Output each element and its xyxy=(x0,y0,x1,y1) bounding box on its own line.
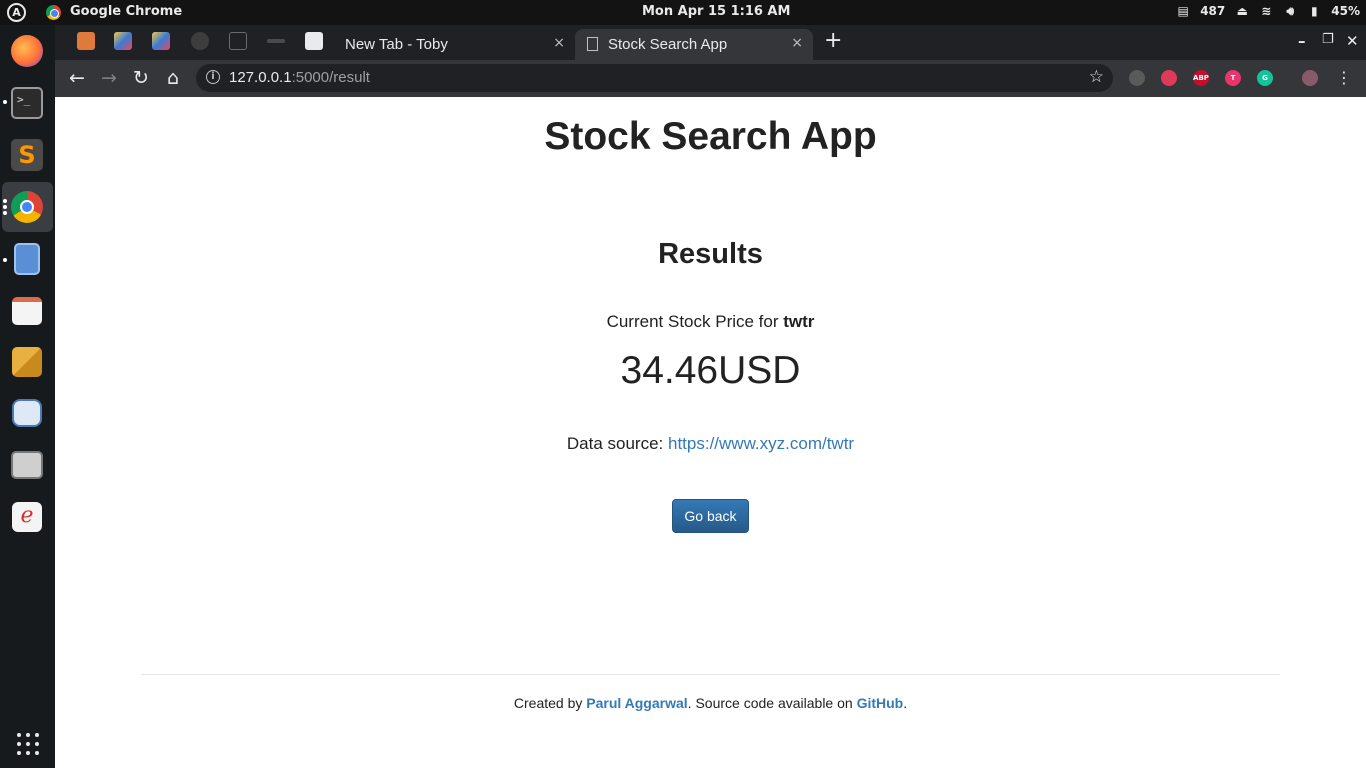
eject-icon[interactable]: ⏏ xyxy=(1235,4,1249,18)
application-dock: >_ S ℯ xyxy=(0,25,55,768)
text-editor-icon[interactable] xyxy=(12,297,42,325)
browser-menu-icon[interactable]: ⋮ xyxy=(1336,68,1352,87)
footer-divider xyxy=(141,674,1280,675)
app-title: Stock Search App xyxy=(544,115,877,158)
privacy-badger-icon[interactable] xyxy=(1129,70,1145,86)
results-heading: Results xyxy=(658,238,763,270)
data-source-label: Data source: xyxy=(566,434,668,453)
sublime-text-icon[interactable]: S xyxy=(11,139,43,171)
home-icon[interactable]: ⌂ xyxy=(162,67,184,89)
wifi-icon[interactable]: ≋ xyxy=(1259,4,1273,18)
minimize-window-icon[interactable]: – xyxy=(1298,32,1306,50)
grammarly-icon[interactable]: G xyxy=(1257,70,1273,86)
url-path: :5000/result xyxy=(291,69,370,86)
price-label: Current Stock Price for twtr xyxy=(55,312,1366,332)
tab-close-icon[interactable]: × xyxy=(553,35,565,51)
battery-icon[interactable]: ▮ xyxy=(1307,4,1321,18)
tray-counter: 487 xyxy=(1200,4,1226,18)
pinned-tab-app-icon[interactable] xyxy=(114,32,132,50)
footer: Created by Parul Aggarwal. Source code a… xyxy=(55,695,1366,711)
archive-manager-icon[interactable] xyxy=(12,347,42,377)
tab-new-tab-toby[interactable]: New Tab - Toby × xyxy=(331,29,575,60)
running-indicator xyxy=(3,100,7,104)
system-tray[interactable]: ▤ 487 ⏏ ≋ 🔊︎ ▮ 45% xyxy=(1176,4,1360,18)
tab-title: Stock Search App xyxy=(608,36,728,53)
close-window-icon[interactable]: ✕ xyxy=(1346,32,1359,50)
footer-middle-text: . Source code available on xyxy=(687,695,857,711)
running-indicator xyxy=(3,199,7,203)
browser-toolbar: ← → ↻ ⌂ i 127.0.0.1:5000/result ☆ ABP T G … xyxy=(55,60,1366,97)
pinned-tab-gitlab-icon[interactable] xyxy=(77,32,95,50)
ebook-reader-icon[interactable]: ℯ xyxy=(12,502,42,532)
tab-title: New Tab - Toby xyxy=(345,36,448,53)
chrome-icon[interactable] xyxy=(11,191,43,223)
data-source-link[interactable]: https://www.xyz.com/twtr xyxy=(668,434,854,453)
pinned-tab-loading-icon[interactable] xyxy=(267,39,285,43)
battery-percent: 45% xyxy=(1331,4,1360,18)
clipboard-icon[interactable]: ▤ xyxy=(1176,4,1190,18)
chat-messenger-icon[interactable] xyxy=(12,399,42,427)
new-tab-button[interactable]: + xyxy=(824,30,842,52)
pinned-tab-app-icon[interactable] xyxy=(152,32,170,50)
chrome-app-icon xyxy=(46,5,61,20)
running-indicator xyxy=(3,205,7,209)
footer-end: . xyxy=(903,695,908,711)
maximize-window-icon[interactable]: ❐ xyxy=(1322,32,1334,47)
bookmark-star-icon[interactable]: ☆ xyxy=(1089,67,1104,87)
browser-tab-strip: New Tab - Toby × Stock Search App × + – … xyxy=(55,25,1366,60)
system-top-panel: A Google Chrome Mon Apr 15 1:16 AM ▤ 487… xyxy=(0,0,1366,25)
forward-arrow-icon[interactable]: → xyxy=(98,67,120,89)
firefox-icon[interactable] xyxy=(11,35,43,67)
profile-avatar[interactable] xyxy=(1302,70,1318,86)
show-applications-icon[interactable] xyxy=(17,733,39,755)
price-label-text: Current Stock Price for xyxy=(606,312,784,331)
author-link[interactable]: Parul Aggarwal xyxy=(586,695,687,711)
running-indicator xyxy=(3,211,7,215)
running-indicator xyxy=(3,258,7,262)
pinned-tab-lightbulb-icon[interactable] xyxy=(305,32,323,50)
address-bar[interactable]: i 127.0.0.1:5000/result ☆ xyxy=(196,64,1113,92)
file-manager-icon[interactable] xyxy=(14,243,40,275)
tab-close-icon[interactable]: × xyxy=(791,35,803,51)
brave-shield-icon[interactable] xyxy=(1161,70,1177,86)
activities-icon[interactable]: A xyxy=(7,3,26,22)
web-page: Stock Search App Results Current Stock P… xyxy=(55,97,1366,768)
ticker-symbol: twtr xyxy=(783,312,815,331)
stock-price-value: 34.46USD xyxy=(620,349,801,392)
pinned-tab-spotify-icon[interactable] xyxy=(191,32,209,50)
footer-created-by: Created by xyxy=(513,695,587,711)
terminal-icon[interactable]: >_ xyxy=(11,87,43,119)
adblock-plus-icon[interactable]: ABP xyxy=(1193,70,1209,86)
tab-stock-search-app[interactable]: Stock Search App × xyxy=(575,29,813,60)
back-arrow-icon[interactable]: ← xyxy=(66,67,88,89)
pinned-tab-page-icon[interactable] xyxy=(229,32,247,50)
toby-extension-icon[interactable]: T xyxy=(1225,70,1241,86)
active-app-name[interactable]: Google Chrome xyxy=(70,4,182,19)
url-host: 127.0.0.1 xyxy=(229,69,292,86)
system-clock[interactable]: Mon Apr 15 1:16 AM xyxy=(642,4,790,19)
volume-icon[interactable]: 🔊︎ xyxy=(1283,4,1297,18)
address-url[interactable]: 127.0.0.1:5000/result xyxy=(229,69,370,86)
screenshot-tool-icon[interactable] xyxy=(11,451,43,479)
site-info-icon[interactable]: i xyxy=(206,70,220,84)
page-icon xyxy=(587,37,598,51)
go-back-button[interactable]: Go back xyxy=(672,499,749,533)
github-link[interactable]: GitHub xyxy=(857,695,904,711)
reload-icon[interactable]: ↻ xyxy=(130,67,152,89)
data-source-line: Data source: https://www.xyz.com/twtr xyxy=(55,434,1366,454)
